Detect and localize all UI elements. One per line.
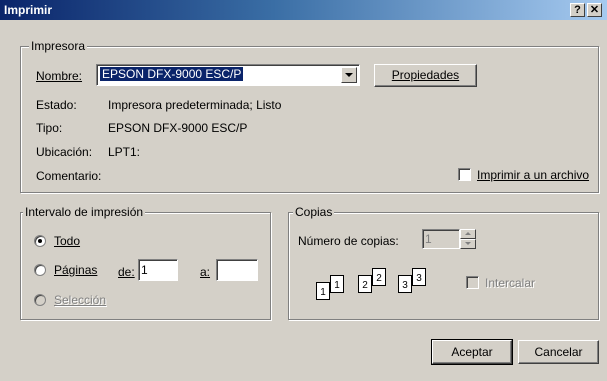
printer-name-label: Nombre: — [36, 69, 83, 83]
status-label: Estado: — [36, 98, 77, 112]
range-pages-radio[interactable] — [34, 264, 46, 276]
comment-label: Comentario: — [36, 169, 102, 183]
spin-down-icon[interactable] — [460, 239, 476, 249]
collate-label[interactable]: Intercalar — [485, 276, 535, 290]
collate-page: 3 — [398, 275, 412, 293]
range-from-label: de: — [118, 265, 135, 279]
copies-count-label: Número de copias: — [298, 234, 399, 248]
collate-page: 2 — [358, 275, 372, 293]
window-title: Imprimir — [4, 3, 53, 17]
title-bar[interactable]: Imprimir ? ✕ — [0, 0, 607, 20]
range-selection-radio[interactable] — [34, 294, 46, 306]
printer-name-value: EPSON DFX-9000 ESC/P — [98, 66, 245, 82]
type-value: EPSON DFX-9000 ESC/P — [108, 121, 248, 135]
range-all-label[interactable]: Todo — [54, 234, 80, 248]
range-all-radio[interactable] — [34, 235, 46, 247]
print-dialog: Imprimir ? ✕ Impresora Nombre: EPSON DFX… — [0, 0, 607, 381]
print-to-file-checkbox[interactable] — [458, 168, 471, 181]
range-from-input[interactable]: 1 — [138, 259, 178, 281]
collate-page: 1 — [330, 275, 344, 293]
print-to-file-label[interactable]: Imprimir a un archivo — [477, 168, 589, 182]
help-button[interactable]: ? — [570, 3, 585, 17]
range-to-input[interactable] — [216, 259, 258, 281]
location-value: LPT1: — [108, 145, 141, 159]
range-selection-label[interactable]: Selección — [54, 293, 106, 307]
range-pages-label[interactable]: Páginas — [54, 263, 97, 277]
print-range-group-label: Intervalo de impresión — [23, 205, 146, 219]
collate-checkbox[interactable] — [466, 276, 479, 289]
printer-name-select[interactable]: EPSON DFX-9000 ESC/P — [96, 64, 360, 86]
chevron-down-icon[interactable] — [341, 67, 357, 83]
collate-page: 2 — [372, 268, 386, 286]
spin-up-icon[interactable] — [460, 229, 476, 239]
type-label: Tipo: — [36, 121, 63, 135]
range-to-label: a: — [200, 265, 211, 279]
close-button[interactable]: ✕ — [587, 3, 602, 17]
location-label: Ubicación: — [36, 145, 93, 159]
copies-spinner[interactable] — [460, 229, 476, 249]
properties-button[interactable]: Propiedades — [374, 64, 477, 87]
copies-count-input[interactable]: 1 — [422, 229, 460, 249]
collate-page: 3 — [412, 268, 426, 286]
ok-button[interactable]: Aceptar — [431, 339, 513, 365]
printer-group-label: Impresora — [29, 39, 88, 53]
collate-page: 1 — [316, 282, 330, 300]
status-value: Impresora predeterminada; Listo — [108, 98, 282, 112]
copies-group-label: Copias — [293, 205, 335, 219]
cancel-button[interactable]: Cancelar — [518, 340, 599, 364]
